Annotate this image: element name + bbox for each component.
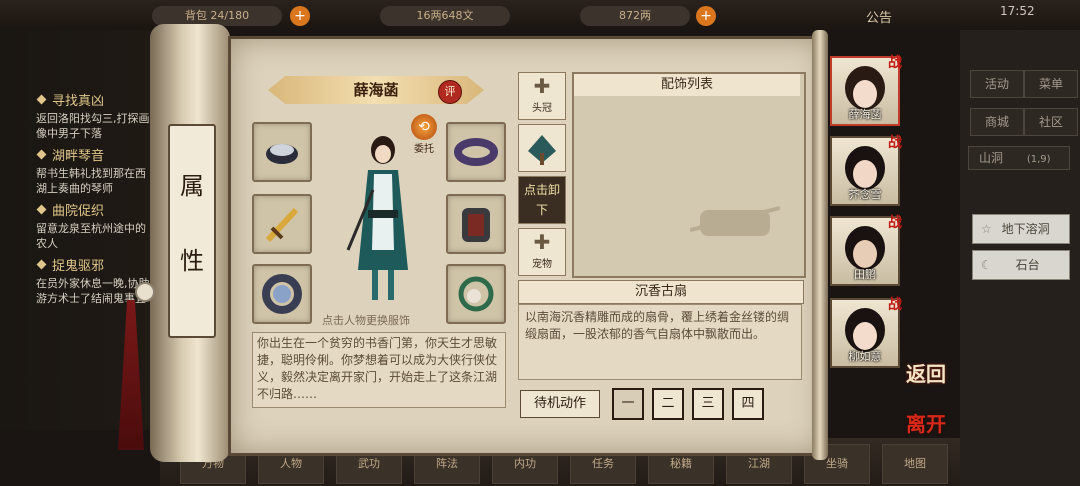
activity-button[interactable]: 活动 bbox=[970, 70, 1024, 98]
silver-amount: 872两 bbox=[580, 6, 690, 26]
equip-slot-belt[interactable] bbox=[446, 122, 506, 182]
quest-desc: 返回洛阳找勾三,打探画像中男子下落 bbox=[36, 112, 150, 140]
selected-accessory-name: 沉香古扇 bbox=[518, 280, 804, 304]
idle-option-2[interactable]: 二 bbox=[652, 388, 684, 420]
area-coord: (1,9) bbox=[1026, 154, 1051, 165]
clock: 17:52 bbox=[1000, 4, 1035, 18]
plus-icon: ✚ bbox=[533, 230, 551, 254]
idle-option-4[interactable]: 四 bbox=[732, 388, 764, 420]
pendant-icon bbox=[458, 276, 494, 312]
equip-slot-weapon[interactable] bbox=[252, 194, 312, 254]
armor-icon bbox=[462, 208, 490, 242]
pet-label: 宠物 bbox=[532, 259, 552, 270]
scroll-roller-left: 属 性 bbox=[150, 24, 230, 462]
menu-button[interactable]: 菜单 bbox=[1024, 70, 1078, 98]
unequip-label: 点击卸下 bbox=[523, 183, 560, 217]
location-stone-platform[interactable]: ☾ 石台 bbox=[972, 250, 1070, 280]
quest-item[interactable]: 寻找真凶 返回洛阳找勾三,打探画像中男子下落 bbox=[0, 90, 170, 141]
location-underground-cave[interactable]: ☆ 地下溶洞 bbox=[972, 214, 1070, 244]
add-silver-button[interactable]: + bbox=[696, 6, 716, 26]
headwear-label: 头冠 bbox=[532, 103, 552, 114]
battle-badge: 战 bbox=[888, 297, 902, 313]
party-member-name: 柳如意 bbox=[848, 350, 882, 363]
leave-button[interactable]: 离开 bbox=[906, 408, 946, 437]
scroll-watermark-icon bbox=[689, 190, 781, 250]
review-button[interactable]: 评 bbox=[438, 80, 462, 104]
accessory-slot-fan[interactable] bbox=[518, 124, 566, 172]
bag-capacity: 背包 24/180 bbox=[152, 6, 282, 26]
area-indicator: 山洞 (1,9) bbox=[968, 146, 1070, 170]
party-member-4[interactable]: 战 柳如意 bbox=[830, 297, 902, 368]
scroll-roller-right bbox=[812, 30, 828, 460]
attribute-tab[interactable]: 属 性 bbox=[168, 124, 216, 338]
accessory-list-title: 配饰列表 bbox=[574, 74, 800, 96]
tab-char: 属 bbox=[180, 172, 204, 200]
equip-slot-armor[interactable] bbox=[446, 194, 506, 254]
idle-option-1[interactable]: 一 bbox=[612, 388, 644, 420]
add-bag-button[interactable]: + bbox=[290, 6, 310, 26]
headwear-slot[interactable]: ✚ 头冠 bbox=[518, 72, 566, 120]
equip-slot-pendant[interactable] bbox=[446, 264, 506, 324]
character-bio: 你出生在一个贫穷的书香门第，你天生才思敏捷，聪明伶俐。你梦想着可以成为大侠行侠仗… bbox=[252, 332, 506, 408]
character-sprite-icon bbox=[346, 136, 408, 300]
quest-desc: 留意龙泉至杭州途中的农人 bbox=[36, 222, 146, 250]
wrist-guard-icon bbox=[266, 144, 298, 164]
battle-badge: 战 bbox=[888, 135, 902, 151]
battle-badge: 战 bbox=[888, 215, 902, 231]
party-member-name: 田鹏 bbox=[854, 268, 876, 281]
equip-slot-wrist[interactable] bbox=[252, 122, 312, 182]
party-member-2[interactable]: 战 芥念雪 bbox=[830, 135, 902, 206]
tab-char: 性 bbox=[180, 247, 204, 275]
announcement-button[interactable]: 公告 bbox=[866, 7, 892, 26]
quest-desc: 帮书生韩礼找到那在西湖上奏曲的琴师 bbox=[36, 167, 146, 195]
back-button[interactable]: 返回 bbox=[906, 358, 946, 387]
equip-slot-bracelet[interactable] bbox=[252, 264, 312, 324]
copper-amount: 16两648文 bbox=[380, 6, 510, 26]
sword-icon bbox=[265, 207, 299, 243]
plus-icon: ✚ bbox=[533, 74, 551, 98]
change-outfit-hint: 点击人物更换服饰 bbox=[322, 314, 410, 327]
ring-decoration bbox=[135, 282, 155, 302]
unequip-button[interactable]: 点击卸下 bbox=[518, 176, 566, 224]
quest-diamond-icon bbox=[36, 149, 47, 160]
pet-slot[interactable]: ✚ 宠物 bbox=[518, 228, 566, 276]
area-name: 山洞 bbox=[979, 151, 1004, 165]
idle-action-label: 待机动作 bbox=[520, 390, 600, 418]
battle-badge: 战 bbox=[888, 55, 902, 71]
shop-button[interactable]: 商城 bbox=[970, 108, 1024, 136]
quest-diamond-icon bbox=[36, 204, 47, 215]
party-member-1[interactable]: 战 薛海菡 bbox=[830, 55, 902, 126]
quest-diamond-icon bbox=[36, 94, 47, 105]
quest-diamond-icon bbox=[36, 259, 47, 270]
community-button[interactable]: 社区 bbox=[1024, 108, 1078, 136]
moon-icon: ☾ bbox=[981, 258, 992, 272]
party-member-3[interactable]: 战 田鹏 bbox=[830, 215, 902, 286]
idle-option-3[interactable]: 三 bbox=[692, 388, 724, 420]
selected-accessory-desc: 以南海沉香精雕而成的扇骨，覆上绣着金丝镂的绸缎扇面，一股浓郁的香气自扇体中飘散而… bbox=[518, 304, 802, 380]
quest-item[interactable]: 湖畔琴音 帮书生韩礼找到那在西湖上奏曲的琴师 bbox=[0, 145, 170, 196]
quest-list: 寻找真凶 返回洛阳找勾三,打探画像中男子下落 湖畔琴音 帮书生韩礼找到那在西湖上… bbox=[0, 30, 170, 430]
character-figure[interactable] bbox=[328, 130, 438, 310]
belt-icon bbox=[454, 138, 498, 166]
fan-icon bbox=[528, 135, 556, 165]
party-member-name: 薛海菡 bbox=[848, 108, 882, 121]
quest-item[interactable]: 曲院促织 留意龙泉至杭州途中的农人 bbox=[0, 200, 170, 251]
bracelet-icon bbox=[262, 274, 302, 314]
dock-item[interactable]: 地图 bbox=[882, 444, 948, 484]
star-icon: ☆ bbox=[981, 222, 992, 236]
party-member-name: 芥念雪 bbox=[848, 188, 882, 201]
